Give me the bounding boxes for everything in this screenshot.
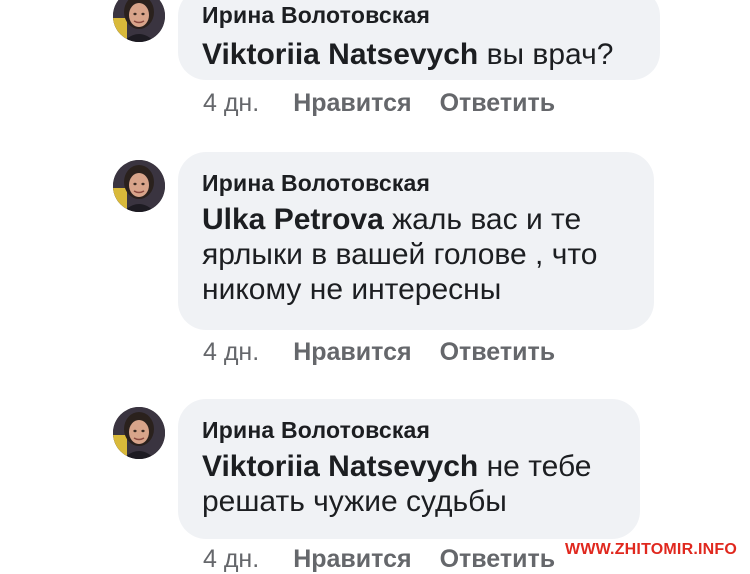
like-button[interactable]: Нравится xyxy=(293,89,411,117)
comment-bubble: Ирина Волотовская Viktoriia Natsevych не… xyxy=(178,399,640,539)
comment-actions: 4 дн. Нравится Ответить xyxy=(203,337,555,367)
reply-button[interactable]: Ответить xyxy=(440,89,556,117)
comment-bubble: Ирина Волотовская Ulka Petrova жаль вас … xyxy=(178,152,654,330)
comment-time[interactable]: 4 дн. xyxy=(203,89,259,117)
user-avatar-icon xyxy=(113,160,165,212)
comment-author[interactable]: Ирина Волотовская xyxy=(202,169,630,197)
comment-text: Viktoriia Natsevych вы врач? xyxy=(202,37,636,72)
mention-link[interactable]: Viktoriia Natsevych xyxy=(202,450,478,483)
comment-time[interactable]: 4 дн. xyxy=(203,338,259,366)
avatar[interactable] xyxy=(113,0,165,42)
comment-actions: 4 дн. Нравится Ответить xyxy=(203,88,555,118)
comment-author[interactable]: Ирина Волотовская xyxy=(202,1,636,29)
site-watermark: WWW.ZHITOMIR.INFO xyxy=(565,541,737,558)
comment-body: вы врач? xyxy=(478,38,614,71)
user-avatar-icon xyxy=(113,0,165,42)
comment-text: Viktoriia Natsevych не тебе решать чужие… xyxy=(202,449,616,519)
mention-link[interactable]: Ulka Petrova xyxy=(202,203,384,236)
user-avatar-icon xyxy=(113,407,165,459)
like-button[interactable]: Нравится xyxy=(293,338,411,366)
mention-link[interactable]: Viktoriia Natsevych xyxy=(202,38,478,71)
comment-bubble: Ирина Волотовская Viktoriia Natsevych вы… xyxy=(178,0,660,80)
comment-actions: 4 дн. Нравится Ответить xyxy=(203,544,555,574)
reply-button[interactable]: Ответить xyxy=(440,338,556,366)
comment-text: Ulka Petrova жаль вас и те ярлыки в ваше… xyxy=(202,202,630,307)
avatar[interactable] xyxy=(113,407,165,459)
avatar[interactable] xyxy=(113,160,165,212)
comment-author[interactable]: Ирина Волотовская xyxy=(202,416,616,444)
